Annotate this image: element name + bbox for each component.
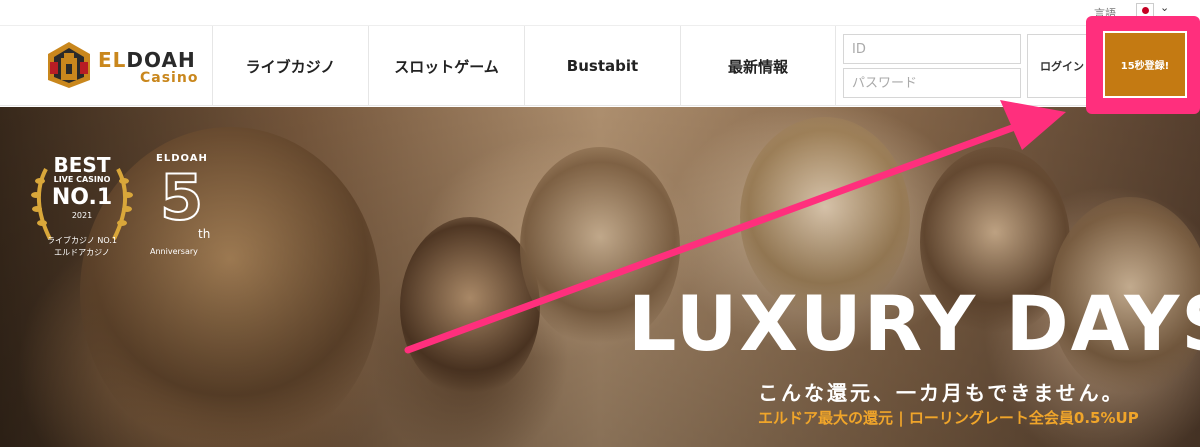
badge-best: BEST	[53, 153, 111, 177]
hero-subtitle: こんな還元、一カ月もできません。	[758, 381, 1125, 405]
nav-item-news[interactable]: 最新情報	[680, 26, 836, 106]
hero-title: LUXURY DAYS	[628, 279, 1200, 368]
password-input[interactable]	[843, 68, 1021, 98]
hero-tagline: エルドア最大の還元 | ローリングレート全会員0.5%UP	[758, 409, 1139, 427]
brand-name: ELDOAH	[98, 48, 196, 72]
anniversary-badge: ELDOAH 5 th Anniversary	[150, 153, 220, 263]
chevron-down-icon[interactable]: ⌄	[1160, 1, 1169, 14]
id-input[interactable]	[843, 34, 1021, 64]
anniversary-number: 5	[159, 160, 204, 235]
anniversary-suffix: th	[198, 227, 211, 241]
logo[interactable]: ELDOAH Casino	[40, 38, 200, 94]
nav-item-slot-games[interactable]: スロットゲーム	[368, 26, 524, 106]
brand-subtitle: Casino	[140, 70, 199, 86]
best-live-casino-badge: BEST LIVE CASINO NO.1 2021 ライブカジノ NO.1 エ…	[22, 147, 142, 267]
badge-line1: ライブカジノ NO.1	[47, 236, 117, 245]
logo-emblem-icon	[48, 42, 90, 88]
main-nav: ライブカジノ スロットゲーム Bustabit 最新情報	[212, 26, 836, 106]
register-button[interactable]: 15秒登録!	[1103, 31, 1187, 98]
badge-no1: NO.1	[51, 185, 113, 210]
badge-line2: エルドアカジノ	[54, 248, 110, 257]
login-form	[843, 34, 1021, 102]
badge-year: 2021	[71, 211, 93, 220]
site-header: ELDOAH Casino ライブカジノ スロットゲーム Bustabit 最新…	[0, 26, 1200, 106]
nav-item-live-casino[interactable]: ライブカジノ	[212, 26, 368, 106]
nav-item-bustabit[interactable]: Bustabit	[524, 26, 680, 106]
badge-live-casino: LIVE CASINO	[53, 175, 111, 184]
top-utility-bar: 言語 ⌄	[0, 0, 1200, 26]
hero-banner[interactable]: BEST LIVE CASINO NO.1 2021 ライブカジノ NO.1 エ…	[0, 107, 1200, 447]
anniversary-label: Anniversary	[150, 247, 198, 256]
